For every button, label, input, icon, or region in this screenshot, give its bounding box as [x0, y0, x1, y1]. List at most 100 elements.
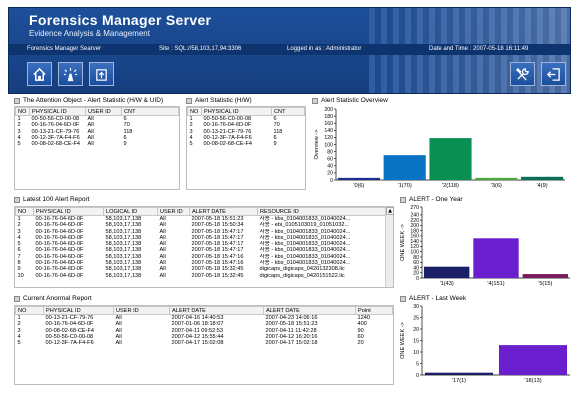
- col-header[interactable]: PHYSICAL ID: [43, 306, 114, 315]
- overview-chart-panel: 0 20 40 60 80 100 120 140 160 180 200 Overview -> '0…: [312, 106, 570, 190]
- x-tick-label: '3(6): [491, 183, 502, 189]
- col-header[interactable]: ALERT DATE: [263, 306, 356, 315]
- alert-hw-table-panel: NO PHYSICAL ID CNT 1 00-50-56-C0-00-08 6 2…: [186, 106, 306, 190]
- col-header[interactable]: NO: [15, 306, 44, 315]
- col-header[interactable]: ALERT DATE: [169, 306, 264, 315]
- table-row[interactable]: 6 00-16-76-04-6D-0F 58,103,17,138 All 2007-0…: [16, 247, 387, 253]
- last-week-bar-chart: 0 5 10 15 20 25 30 ONE WEEK -> '17(1) '18(13): [400, 304, 570, 384]
- tools-button[interactable]: [510, 62, 535, 86]
- x-tick-label: '1(70): [398, 183, 412, 189]
- table-row[interactable]: 1 00-16-76-04-6D-0F 58,103,17,138 All 2007-0…: [16, 216, 387, 223]
- anormal-table: NO PHYSICAL ID USER ID ALERT DATE ALERT …: [15, 306, 393, 346]
- latest-table-panel: NO PHYSICAL ID LOGICAL ID USER ID ALERT …: [14, 206, 394, 288]
- y-tick-label: 20: [413, 327, 419, 333]
- export-button[interactable]: [89, 62, 114, 86]
- x-tick-label: '2(118): [442, 183, 459, 189]
- col-header[interactable]: USER ID: [157, 207, 190, 216]
- anormal-panel-title: Current Anormal Report: [14, 295, 92, 302]
- latest-table: NO PHYSICAL ID LOGICAL ID USER ID ALERT …: [15, 207, 387, 279]
- overview-chart-title: Alert Statistic Overview: [312, 97, 388, 104]
- y-tick-label: 15: [413, 338, 419, 344]
- col-header[interactable]: ALERT DATE: [189, 207, 258, 216]
- col-header[interactable]: LOGICAL ID: [103, 207, 158, 216]
- y-tick-label: 60: [413, 260, 419, 266]
- col-header[interactable]: USER ID: [85, 107, 122, 116]
- y-tick-label: 0: [416, 276, 419, 282]
- attention-table-panel: NO PHYSICAL ID USER ID CNT 1 00-50-56-C0-…: [14, 106, 180, 190]
- chart-bar: [522, 274, 569, 278]
- app-title: Forensics Manager Server: [29, 12, 212, 28]
- y-tick-label: 180: [324, 114, 333, 120]
- table-row[interactable]: 9 00-16-76-04-6D-0F 58,103,17,138 All 2007-0…: [16, 266, 387, 272]
- y-tick-label: 120: [324, 135, 333, 141]
- col-header[interactable]: PHYSICAL ID: [29, 107, 86, 116]
- exit-icon: [546, 67, 560, 81]
- datetime-info: Date and Time : 2007-05-18 16:11:49: [429, 46, 529, 52]
- scroll-up-icon[interactable]: ▲: [386, 207, 394, 215]
- anormal-table-panel: NO PHYSICAL ID USER ID ALERT DATE ALERT …: [14, 305, 394, 385]
- y-tick-label: 240: [410, 213, 419, 219]
- table-row[interactable]: 3 00-16-76-04-6D-0F 58,103,17,138 All 2007-0…: [16, 229, 387, 235]
- overview-bar-chart: 0204060 80100120140160180200 Overview -> '0…: [314, 107, 565, 189]
- table-row[interactable]: 1 00-50-56-C0-00-08 6: [188, 116, 305, 123]
- col-header[interactable]: CNT: [121, 107, 179, 116]
- tools-icon: [515, 67, 529, 81]
- table-row[interactable]: 10 00-16-76-04-6D-0F 58,103,17,138 All 2007-…: [16, 273, 387, 279]
- y-axis-label: Overview ->: [314, 130, 320, 160]
- y-tick-label: 25: [413, 315, 419, 321]
- app-header: Forensics Manager Server Evidence Analys…: [8, 7, 571, 94]
- y-tick-label: 100: [324, 142, 333, 148]
- col-header[interactable]: NO: [15, 207, 34, 216]
- app-label: Forensics Manager Searver: [27, 46, 102, 52]
- chart-bar: [383, 155, 426, 180]
- alert-beacon-icon: [63, 67, 78, 81]
- chart-bar: [498, 345, 568, 375]
- x-tick-label: '5(15): [538, 281, 552, 287]
- alert-hw-table: NO PHYSICAL ID CNT 1 00-50-56-C0-00-08 6 2…: [187, 107, 305, 147]
- table-row[interactable]: 2 00-16-76-04-6D-0F 58,103,17,138 All 2007-0…: [16, 222, 387, 228]
- table-row[interactable]: 1 00-50-56-C0-00-08 All 6: [16, 116, 179, 123]
- x-tick-label: '4(151): [487, 281, 504, 287]
- y-tick-label: 0: [416, 373, 419, 379]
- y-tick-label: 20: [413, 271, 419, 277]
- col-header[interactable]: PHYSICAL ID: [201, 107, 272, 116]
- y-tick-label: 60: [327, 157, 333, 163]
- chart-bar: [429, 138, 472, 180]
- vertical-scrollbar[interactable]: ▲: [385, 207, 394, 287]
- table-row[interactable]: 1 00-13-21-CF-79-76 All 2007-04-16 14:40:53…: [16, 315, 393, 322]
- y-tick-label: 200: [410, 223, 419, 229]
- panel-marker-icon: [400, 196, 406, 203]
- y-tick-label: 5: [416, 361, 419, 367]
- y-tick-label: 270: [410, 205, 419, 211]
- y-tick-label: 40: [327, 164, 333, 170]
- col-header[interactable]: Point: [355, 306, 393, 315]
- col-header[interactable]: NO: [15, 107, 30, 116]
- x-tick-label: '17(1): [452, 378, 466, 384]
- y-tick-label: 220: [410, 218, 419, 224]
- col-header[interactable]: RESOURCE ID: [257, 207, 387, 216]
- panel-marker-icon: [14, 97, 20, 104]
- panel-marker-icon: [312, 97, 318, 104]
- col-header[interactable]: CNT: [271, 107, 305, 116]
- site-info: Site : SQL://58,103,17,94:3306: [159, 46, 242, 52]
- home-button[interactable]: [27, 62, 52, 86]
- table-row[interactable]: 5 00-08-02-68-CE-F4 9: [188, 141, 305, 147]
- table-row[interactable]: 5 00-12-3F-7A-F4-F6 All 2007-04-17 15:02:08…: [16, 340, 393, 346]
- col-header[interactable]: PHYSICAL ID: [33, 207, 104, 216]
- y-tick-label: 140: [410, 239, 419, 245]
- y-tick-label: 180: [410, 228, 419, 234]
- panel-marker-icon: [400, 295, 406, 302]
- y-tick-label: 160: [410, 234, 419, 240]
- y-tick-label: 80: [413, 255, 419, 261]
- table-row[interactable]: 5 00-08-02-68-CE-F4 All 9: [16, 141, 179, 147]
- col-header[interactable]: USER ID: [113, 306, 170, 315]
- panel-marker-icon: [14, 295, 20, 302]
- y-tick-label: 30: [413, 304, 419, 310]
- chart-bar: [473, 238, 519, 278]
- export-icon: [96, 68, 107, 81]
- x-tick-label: '18(13): [524, 378, 541, 384]
- col-header[interactable]: NO: [187, 107, 202, 116]
- exit-button[interactable]: [541, 62, 566, 86]
- x-tick-label: '0(6): [353, 183, 364, 189]
- alert-button[interactable]: [58, 62, 83, 86]
